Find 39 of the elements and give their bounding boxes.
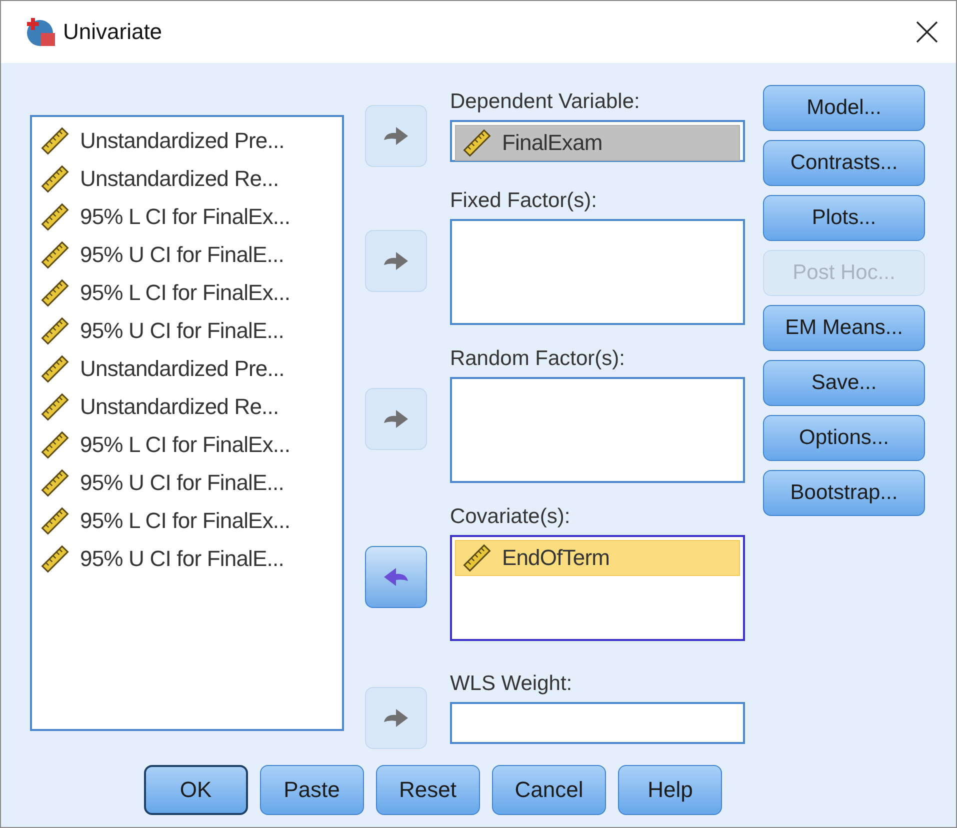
variable-field[interactable]: EndOfTerm [450, 535, 745, 641]
variable-item[interactable]: 95% U CI for FinalE... [80, 318, 284, 344]
field-item[interactable]: EndOfTerm [454, 540, 740, 576]
variable-item[interactable]: 95% L CI for FinalEx... [80, 280, 290, 306]
dialog-button[interactable]: Contrasts... [763, 140, 925, 186]
variable-item[interactable]: 95% U CI for FinalE... [80, 470, 284, 496]
dialog-button[interactable]: Save... [763, 360, 925, 406]
variable-field[interactable] [450, 377, 745, 483]
dialog-button[interactable]: Plots... [763, 195, 925, 241]
dialog-button[interactable]: Paste [260, 765, 364, 815]
variable-field[interactable] [450, 702, 745, 744]
move-button[interactable] [365, 546, 427, 608]
dialog-button[interactable]: Model... [763, 85, 925, 131]
variable-item[interactable]: 95% U CI for FinalE... [80, 546, 284, 572]
dialog-button[interactable]: EM Means... [763, 305, 925, 351]
field-label: Fixed Factor(s): [450, 189, 598, 214]
field-label: Random Factor(s): [450, 347, 626, 372]
dialog-button[interactable]: Help [618, 765, 722, 815]
window-title: Univariate [63, 19, 164, 45]
variable-item[interactable]: 95% L CI for FinalEx... [80, 508, 290, 534]
variable-item[interactable]: Unstandardized Pre... [80, 356, 284, 382]
field-label: WLS Weight: [450, 672, 574, 697]
variable-item[interactable]: 95% L CI for FinalEx... [80, 204, 290, 230]
close-icon [916, 21, 938, 43]
dialog-button[interactable]: Bootstrap... [763, 470, 925, 516]
variable-list[interactable] [30, 115, 344, 731]
variable-item[interactable]: Unstandardized Re... [80, 394, 279, 420]
variable-item[interactable]: 95% L CI for FinalEx... [80, 432, 290, 458]
dialog-button[interactable]: Cancel [492, 765, 606, 815]
variable-field[interactable] [450, 219, 745, 325]
dialog-button[interactable]: OK [144, 765, 248, 815]
variable-item[interactable]: Unstandardized Re... [80, 166, 279, 192]
variable-item[interactable]: 95% U CI for FinalE... [80, 242, 284, 268]
dialog-button[interactable]: Options... [763, 415, 925, 461]
app-icon [25, 16, 57, 48]
variable-item[interactable]: Unstandardized Pre... [80, 128, 284, 154]
dialog-button[interactable]: Reset [376, 765, 480, 815]
field-label: Dependent Variable: [450, 90, 641, 115]
field-label: Covariate(s): [450, 505, 572, 530]
